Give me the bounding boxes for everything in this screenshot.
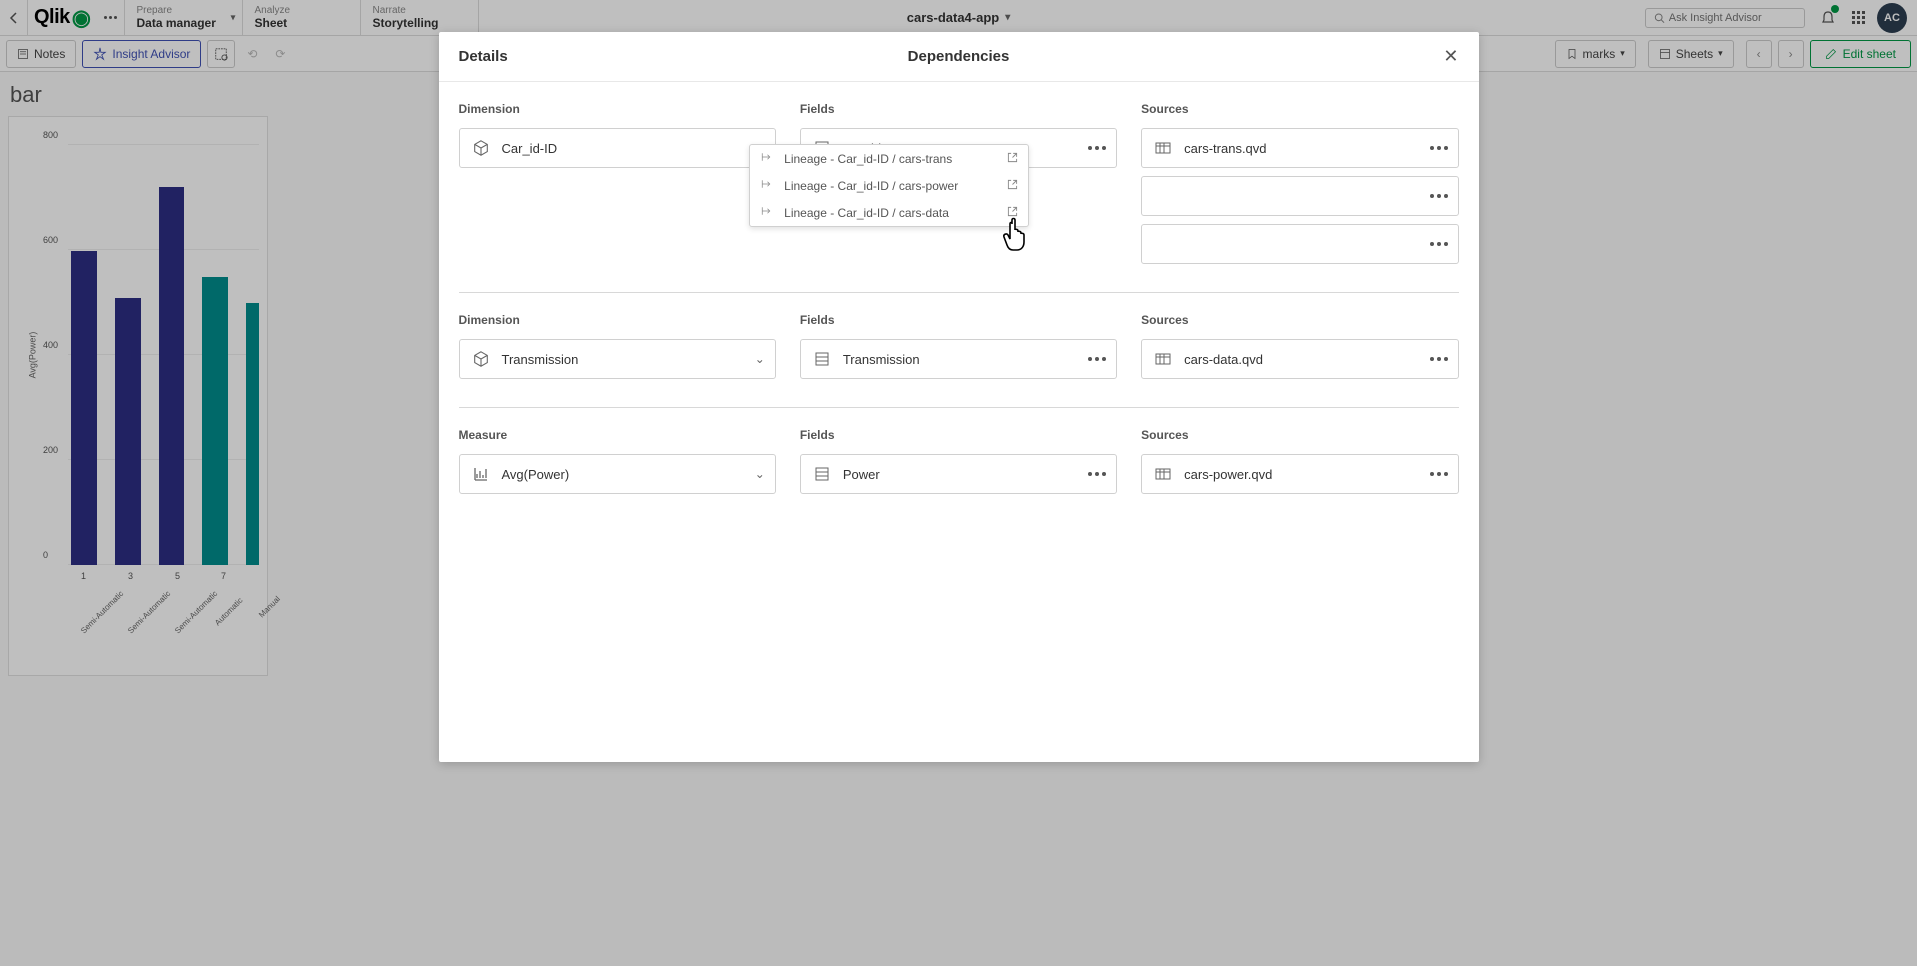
field-value: Power <box>843 467 880 482</box>
dimension-card-transmission[interactable]: Transmission ⌄ <box>459 339 776 379</box>
measure-label: Measure <box>459 428 776 442</box>
measure-card-avg-power[interactable]: Avg(Power) ⌄ <box>459 454 776 494</box>
lineage-popup: Lineage - Car_id-ID / cars-trans Lineage… <box>749 144 1029 227</box>
source-menu-button[interactable] <box>1430 357 1448 361</box>
dimension-value: Transmission <box>502 352 579 367</box>
details-modal: Details Dependencies ✕ Dimension Car_id-… <box>439 32 1479 762</box>
field-value: Transmission <box>843 352 920 367</box>
dependency-section-2: Dimension Transmission ⌄ Fields Transmis… <box>459 293 1459 408</box>
field-card-transmission[interactable]: Transmission <box>800 339 1117 379</box>
modal-title-details: Details <box>459 48 508 65</box>
modal-header: Details Dependencies ✕ <box>439 32 1479 82</box>
close-button[interactable]: ✕ <box>1443 46 1458 67</box>
fields-label: Fields <box>800 428 1117 442</box>
chevron-down-icon: ⌄ <box>755 352 765 366</box>
sources-label: Sources <box>1141 313 1458 327</box>
lineage-text: Lineage - Car_id-ID / cars-trans <box>784 152 952 166</box>
sources-label: Sources <box>1141 102 1458 116</box>
lineage-item-trans[interactable]: Lineage - Car_id-ID / cars-trans <box>750 145 1028 172</box>
source-menu-button[interactable] <box>1430 242 1448 246</box>
table-icon <box>1152 137 1174 159</box>
sources-label: Sources <box>1141 428 1458 442</box>
dependency-section-1: Dimension Car_id-ID ⌄ Fields Car_id-ID <box>459 82 1459 293</box>
external-link-icon <box>1007 152 1018 166</box>
lineage-icon <box>760 205 776 220</box>
lineage-icon <box>760 151 776 166</box>
lineage-item-power[interactable]: Lineage - Car_id-ID / cars-power <box>750 172 1028 199</box>
source-value: cars-data.qvd <box>1184 352 1263 367</box>
chevron-down-icon: ⌄ <box>755 467 765 481</box>
field-icon <box>811 348 833 370</box>
measure-value: Avg(Power) <box>502 467 570 482</box>
source-menu-button[interactable] <box>1430 146 1448 150</box>
table-icon <box>1152 348 1174 370</box>
lineage-icon <box>760 178 776 193</box>
lineage-text: Lineage - Car_id-ID / cars-data <box>784 206 949 220</box>
table-icon <box>1152 463 1174 485</box>
source-menu-button[interactable] <box>1430 472 1448 476</box>
cube-icon <box>470 137 492 159</box>
field-card-power[interactable]: Power <box>800 454 1117 494</box>
dependency-section-3: Measure Avg(Power) ⌄ Fields Power <box>459 408 1459 522</box>
lineage-text: Lineage - Car_id-ID / cars-power <box>784 179 958 193</box>
dimension-value: Car_id-ID <box>502 141 558 156</box>
field-menu-button[interactable] <box>1088 146 1106 150</box>
field-menu-button[interactable] <box>1088 472 1106 476</box>
external-link-icon <box>1007 206 1018 220</box>
source-value: cars-power.qvd <box>1184 467 1272 482</box>
source-card-extra-2[interactable] <box>1141 224 1458 264</box>
dimension-label: Dimension <box>459 313 776 327</box>
dimension-label: Dimension <box>459 102 776 116</box>
source-value: cars-trans.qvd <box>1184 141 1266 156</box>
lineage-item-data[interactable]: Lineage - Car_id-ID / cars-data <box>750 199 1028 226</box>
fields-label: Fields <box>800 102 1117 116</box>
source-menu-button[interactable] <box>1430 194 1448 198</box>
dimension-card-car-id[interactable]: Car_id-ID ⌄ <box>459 128 776 168</box>
modal-body: Dimension Car_id-ID ⌄ Fields Car_id-ID <box>439 82 1479 762</box>
source-card-cars-trans[interactable]: cars-trans.qvd <box>1141 128 1458 168</box>
fields-label: Fields <box>800 313 1117 327</box>
cube-icon <box>470 348 492 370</box>
source-card-cars-power[interactable]: cars-power.qvd <box>1141 454 1458 494</box>
field-menu-button[interactable] <box>1088 357 1106 361</box>
measure-icon <box>470 463 492 485</box>
external-link-icon <box>1007 179 1018 193</box>
source-card-extra-1[interactable] <box>1141 176 1458 216</box>
source-card-cars-data[interactable]: cars-data.qvd <box>1141 339 1458 379</box>
field-icon <box>811 463 833 485</box>
modal-title-dependencies: Dependencies <box>908 48 1010 65</box>
